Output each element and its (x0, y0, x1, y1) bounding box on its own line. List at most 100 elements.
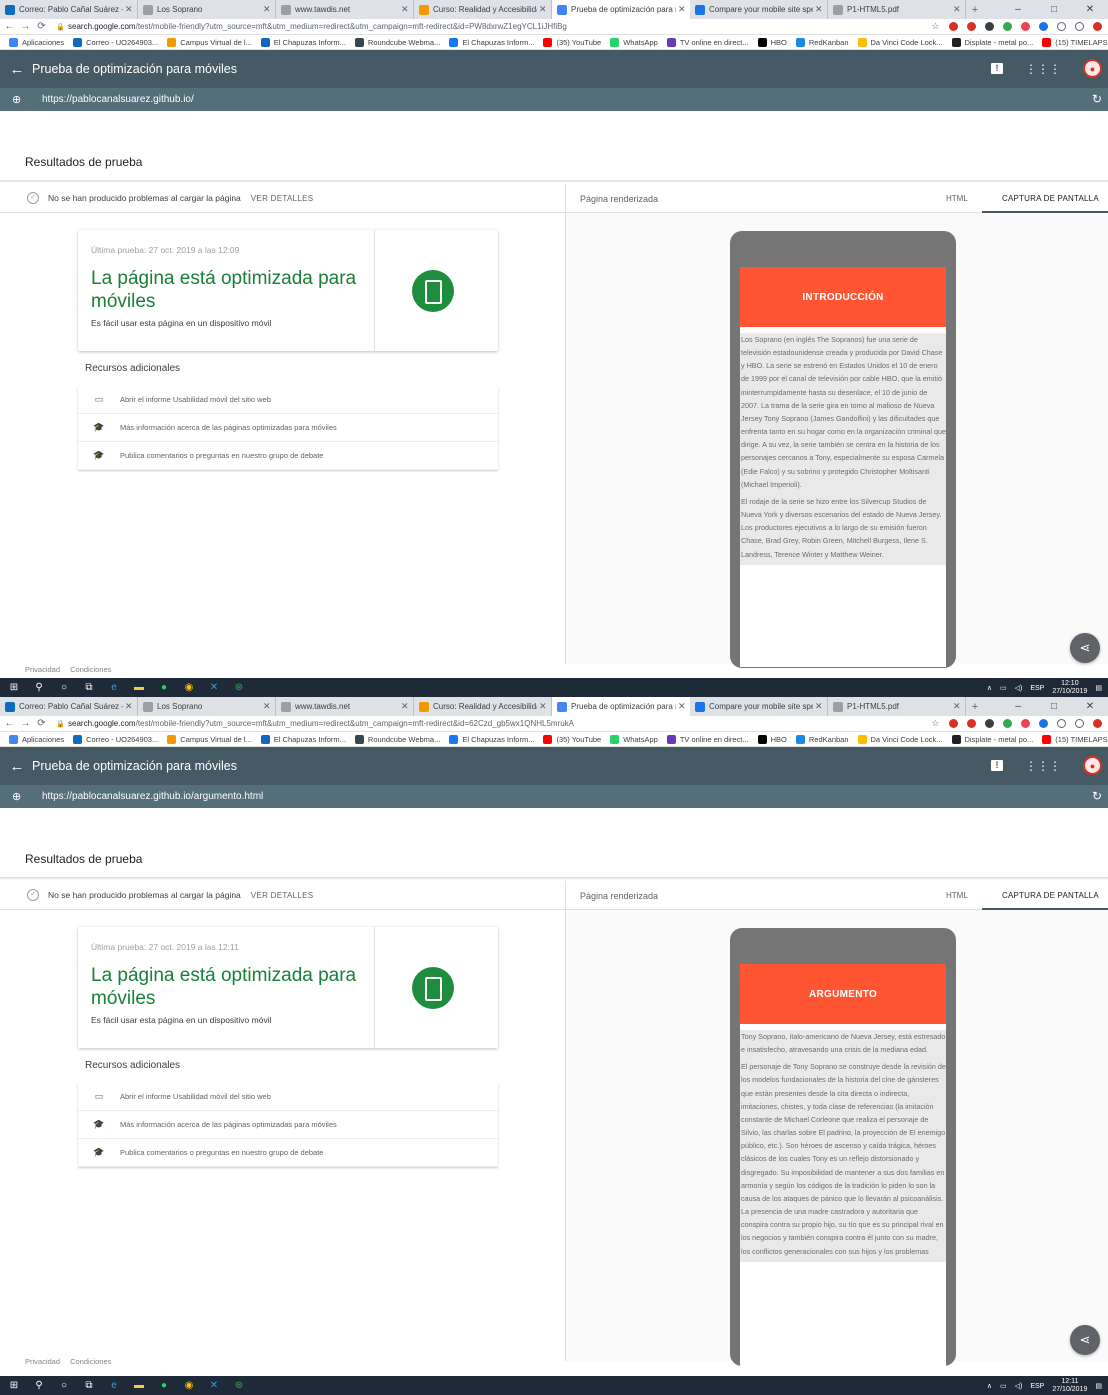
block-icon[interactable] (1057, 22, 1066, 31)
resource-item[interactable]: 🎓 Publica comentarios o preguntas en nues… (78, 442, 498, 470)
block-icon[interactable] (1057, 719, 1066, 728)
browser-tab[interactable]: P1-HTML5.pdf ✕ (828, 0, 966, 19)
back-arrow-icon[interactable]: ← (2, 61, 32, 78)
close-tab-icon[interactable]: ✕ (953, 701, 961, 712)
bookmark-item[interactable]: El Chapuzas Inform... (260, 37, 346, 47)
adblock-icon[interactable] (967, 719, 976, 728)
resource-item[interactable]: ▭ Abrir el informe Usabilidad móvil del s… (78, 1083, 498, 1111)
extension-icon[interactable] (1039, 719, 1048, 728)
star-icon[interactable]: ☆ (931, 21, 940, 31)
minimize-button[interactable]: – (1000, 697, 1036, 716)
chrome-icon[interactable]: ◉ (178, 678, 200, 697)
maximize-button[interactable]: □ (1036, 0, 1072, 19)
resource-item[interactable]: ▭ Abrir el informe Usabilidad móvil del s… (78, 386, 498, 414)
tab-html[interactable]: HTML (946, 891, 968, 900)
close-tab-icon[interactable]: ✕ (539, 701, 547, 712)
tab-html[interactable]: HTML (946, 194, 968, 203)
camera-icon[interactable] (1075, 719, 1084, 728)
browser-tab[interactable]: Los Soprano ✕ (138, 0, 276, 19)
new-tab-button[interactable]: + (966, 697, 984, 716)
apps-grid-icon[interactable]: ⋮⋮⋮ (1025, 62, 1061, 76)
profile-icon[interactable] (1093, 22, 1102, 31)
task-view-icon[interactable]: ⧉ (78, 678, 100, 697)
close-tab-icon[interactable]: ✕ (815, 701, 823, 712)
feedback-icon[interactable]: ! (991, 760, 1003, 771)
resource-item[interactable]: 🎓 Más información acerca de las páginas o… (78, 1111, 498, 1139)
close-tab-icon[interactable]: ✕ (263, 4, 271, 15)
bookmark-item[interactable]: (35) YouTube (543, 734, 601, 744)
bookmark-item[interactable]: Da Vinci Code Lock... (857, 37, 943, 47)
back-arrow-icon[interactable]: ← (3, 21, 16, 32)
edge-icon[interactable]: e (103, 678, 125, 697)
network-icon[interactable]: ▭ (1000, 1382, 1007, 1390)
browser-tab[interactable]: www.tawdis.net ✕ (276, 0, 414, 19)
bookmark-item[interactable]: El Chapuzas Inform... (449, 734, 534, 744)
network-icon[interactable]: ▭ (1000, 684, 1007, 692)
bookmark-item[interactable]: RedKanban (795, 734, 849, 744)
task-view-icon[interactable]: ⧉ (78, 1376, 100, 1395)
bookmark-item[interactable]: Correo - UO264903... (73, 734, 158, 744)
close-tab-icon[interactable]: ✕ (401, 4, 409, 15)
clock[interactable]: 12:11 27/10/2019 (1052, 1378, 1087, 1394)
close-window-button[interactable]: ✕ (1072, 697, 1108, 716)
spotify-icon[interactable]: ● (153, 1376, 175, 1395)
new-tab-button[interactable]: + (966, 0, 984, 19)
bookmark-item[interactable]: WhatsApp (610, 37, 658, 47)
browser-tab[interactable]: Curso: Realidad y Accesibilidad A✕ (414, 0, 552, 19)
avatar[interactable]: ● (1083, 59, 1102, 78)
close-tab-icon[interactable]: ✕ (125, 4, 133, 15)
clock[interactable]: 12:10 27/10/2019 (1052, 680, 1087, 696)
view-details-link[interactable]: VER DETALLES (251, 194, 314, 203)
minimize-button[interactable]: – (1000, 0, 1036, 19)
share-icon[interactable]: ⋖ (1070, 633, 1100, 663)
language-indicator[interactable]: ESP (1030, 685, 1044, 692)
pocket-icon[interactable] (1021, 719, 1030, 728)
close-tab-icon[interactable]: ✕ (539, 4, 547, 15)
bookmark-item[interactable]: (15) TIMELAPSE OF... (1042, 37, 1108, 47)
bookmark-item[interactable]: Campus Virtual de l... (167, 734, 252, 744)
tab-screenshot[interactable]: CAPTURA DE PANTALLA (1002, 891, 1099, 900)
resource-item[interactable]: 🎓 Publica comentarios o preguntas en nues… (78, 1139, 498, 1167)
privacy-link[interactable]: Privacidad (25, 665, 60, 674)
volume-icon[interactable]: ◁) (1015, 1382, 1023, 1390)
tab-screenshot[interactable]: CAPTURA DE PANTALLA (1002, 194, 1099, 203)
pocket-icon[interactable] (1021, 22, 1030, 31)
browser-tab[interactable]: Curso: Realidad y Accesibilidad A✕ (414, 697, 552, 716)
bookmark-item[interactable]: Campus Virtual de l... (167, 37, 252, 47)
browser-tab[interactable]: Compare your mobile site speed ✕ (690, 0, 828, 19)
tray-arrow-icon[interactable]: ∧ (987, 1382, 992, 1390)
close-window-button[interactable]: ✕ (1072, 0, 1108, 19)
forward-arrow-icon[interactable]: → (19, 21, 32, 32)
bookmark-item[interactable]: TV online en direct... (666, 37, 749, 47)
bookmark-item[interactable]: Aplicaciones (9, 734, 64, 744)
windows-start-icon[interactable]: ⊞ (3, 1376, 25, 1395)
terms-link[interactable]: Condiciones (70, 1357, 111, 1366)
bookmark-item[interactable]: Da Vinci Code Lock... (857, 734, 943, 744)
bookmark-item[interactable]: Aplicaciones (9, 37, 64, 47)
file-explorer-icon[interactable]: ▬ (128, 1376, 150, 1395)
language-indicator[interactable]: ESP (1030, 1383, 1044, 1390)
bookmark-item[interactable]: HBO (757, 37, 787, 47)
windows-start-icon[interactable]: ⊞ (3, 678, 25, 697)
bookmark-item[interactable]: TV online en direct... (666, 734, 749, 744)
profile-icon[interactable] (1093, 719, 1102, 728)
browser-tab[interactable]: Los Soprano ✕ (138, 697, 276, 716)
cortana-icon[interactable]: ○ (53, 678, 75, 697)
bookmark-item[interactable]: Correo - UO264903... (73, 37, 158, 47)
bookmark-item[interactable]: WhatsApp (610, 734, 658, 744)
search-icon[interactable]: ⚲ (28, 678, 50, 697)
apps-grid-icon[interactable]: ⋮⋮⋮ (1025, 759, 1061, 773)
extension-icon[interactable] (985, 22, 994, 31)
maximize-button[interactable]: □ (1036, 697, 1072, 716)
search-icon[interactable]: ⚲ (28, 1376, 50, 1395)
shield-icon[interactable] (1003, 22, 1012, 31)
camera-icon[interactable] (1075, 22, 1084, 31)
address-input[interactable]: 🔒 search.google.com /test/mobile-friendl… (56, 717, 927, 731)
notifications-icon[interactable]: ▤ (1095, 684, 1102, 692)
browser-tab[interactable]: Correo: Pablo Cañal Suárez - Out✕ (0, 0, 138, 19)
tray-arrow-icon[interactable]: ∧ (987, 684, 992, 692)
opera-icon[interactable] (949, 22, 958, 31)
extension-icon[interactable] (985, 719, 994, 728)
retest-icon[interactable]: ↻ (1092, 789, 1102, 803)
browser-tab[interactable]: www.tawdis.net ✕ (276, 697, 414, 716)
